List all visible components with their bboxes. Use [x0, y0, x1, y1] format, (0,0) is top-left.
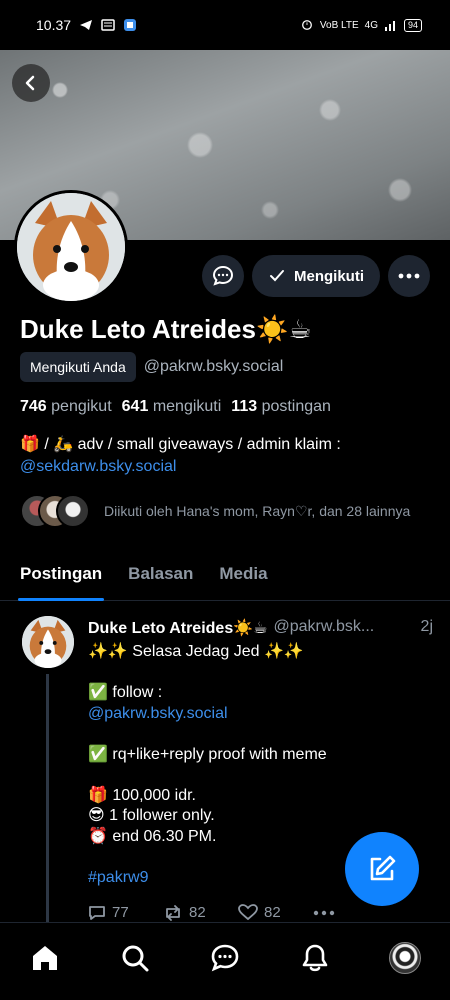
- followed-by-text: Diikuti oleh Hana's mom, Rayn♡r, dan 28 …: [104, 502, 411, 519]
- like-button[interactable]: 82: [238, 904, 313, 921]
- thread-line: [46, 674, 49, 924]
- reply-count: 77: [112, 904, 129, 921]
- posts-count: 113: [231, 398, 258, 415]
- compose-post-button[interactable]: [345, 832, 419, 906]
- bio-link[interactable]: @sekdarw.bsky.social: [20, 456, 430, 478]
- status-bar: 10.37 VoB LTE 4G 94: [0, 0, 450, 50]
- telegram-icon: [80, 20, 93, 30]
- post-line: 😎 1 follower only.: [88, 807, 215, 824]
- profile-display-name: Duke Leto Atreides☀️☕: [20, 314, 312, 344]
- profile-bio: 🎁 / 🛵 adv / small giveaways / admin klai…: [20, 434, 430, 478]
- tab-replies[interactable]: Balasan: [128, 556, 193, 601]
- follower-avatar: [56, 494, 90, 528]
- follower-avatars: [20, 492, 90, 530]
- post-timestamp: 2j: [420, 618, 433, 635]
- chat-icon: [211, 944, 239, 971]
- post-line: ✨✨ Selasa Jedag Jed ✨✨: [88, 643, 304, 660]
- post-author-handle[interactable]: @pakrw.bsk...: [273, 618, 416, 638]
- followers-label: pengikut: [51, 398, 112, 415]
- lte-label: VoB LTE: [319, 19, 359, 31]
- nav-notifications[interactable]: [293, 936, 337, 980]
- handle-row: Mengikuti Anda @pakrw.bsky.social: [20, 352, 283, 382]
- post-line: 🎁 100,000 idr.: [88, 786, 196, 804]
- profile-stats: 746 pengikut 641 mengikuti 113 postingan: [20, 398, 331, 416]
- more-options-button[interactable]: [388, 255, 430, 297]
- bio-text: 🎁 / 🛵 adv / small giveaways / admin klai…: [20, 436, 341, 453]
- news-icon: [101, 19, 115, 31]
- back-arrow-icon: [25, 75, 35, 91]
- following-stat[interactable]: 641 mengikuti: [122, 398, 222, 416]
- following-button[interactable]: Mengikuti: [252, 255, 380, 297]
- app-icon: [124, 19, 137, 31]
- nav-search[interactable]: [113, 936, 157, 980]
- signal-icon: [384, 21, 395, 31]
- profile-handle: @pakrw.bsky.social: [143, 358, 284, 375]
- follows-you-badge: Mengikuti Anda: [20, 352, 136, 382]
- back-button[interactable]: [12, 64, 50, 102]
- post-line: ✅ follow :: [88, 684, 163, 701]
- posts-label: postingan: [261, 398, 331, 415]
- like-count: 82: [264, 904, 281, 921]
- heart-icon: [238, 904, 258, 921]
- status-time: 10.37: [36, 17, 72, 33]
- post-author-avatar[interactable]: [22, 616, 74, 668]
- reply-icon: [89, 905, 105, 920]
- post-mention-link[interactable]: @pakrw.bsky.social: [88, 704, 433, 725]
- battery-icon: 94: [403, 18, 422, 32]
- repost-count: 82: [189, 904, 206, 921]
- profile-actions: Mengikuti: [202, 255, 430, 297]
- profile-avatar: [389, 941, 421, 974]
- alarm-icon: [301, 20, 312, 30]
- tab-media[interactable]: Media: [219, 556, 267, 601]
- known-followers[interactable]: Diikuti oleh Hana's mom, Rayn♡r, dan 28 …: [20, 492, 424, 530]
- dog-avatar-image: [22, 616, 74, 668]
- checkmark-icon: [270, 270, 284, 282]
- followers-count: 746: [20, 398, 47, 415]
- network-label: 4G: [364, 19, 378, 31]
- post-line: ✅ rq+like+reply proof with meme: [88, 745, 327, 763]
- message-button[interactable]: [202, 255, 244, 297]
- followers-stat[interactable]: 746 pengikut: [20, 398, 112, 416]
- tab-posts[interactable]: Postingan: [17, 556, 105, 601]
- post-actions: 77 82 82: [88, 904, 388, 921]
- compose-pencil-icon: [370, 855, 396, 881]
- chat-bubble-icon: [212, 265, 234, 286]
- dog-avatar-image: [17, 193, 125, 301]
- bottom-navigation: [0, 922, 450, 1000]
- nav-home[interactable]: [23, 936, 67, 980]
- following-count: 641: [121, 398, 149, 415]
- search-icon: [122, 945, 149, 971]
- ellipsis-icon: [313, 910, 335, 915]
- posts-stat: 113 postingan: [231, 398, 331, 416]
- repost-button[interactable]: 82: [163, 904, 238, 921]
- post-more-button[interactable]: [313, 904, 388, 921]
- nav-messages[interactable]: [203, 936, 247, 980]
- profile-avatar[interactable]: [14, 190, 128, 304]
- profile-tabs: Postingan Balasan Media: [0, 556, 450, 601]
- post-author-name[interactable]: Duke Leto Atreides☀️☕: [88, 618, 267, 638]
- following-stat-label: mengikuti: [152, 398, 222, 415]
- nav-profile[interactable]: [383, 936, 427, 980]
- repost-icon: [166, 904, 180, 921]
- reply-button[interactable]: 77: [88, 904, 163, 921]
- ellipsis-icon: [398, 273, 420, 279]
- home-icon: [33, 945, 57, 970]
- following-label: Mengikuti: [294, 267, 364, 285]
- bell-icon: [302, 944, 328, 971]
- post-header: Duke Leto Atreides☀️☕ @pakrw.bsk... 2j: [88, 618, 433, 638]
